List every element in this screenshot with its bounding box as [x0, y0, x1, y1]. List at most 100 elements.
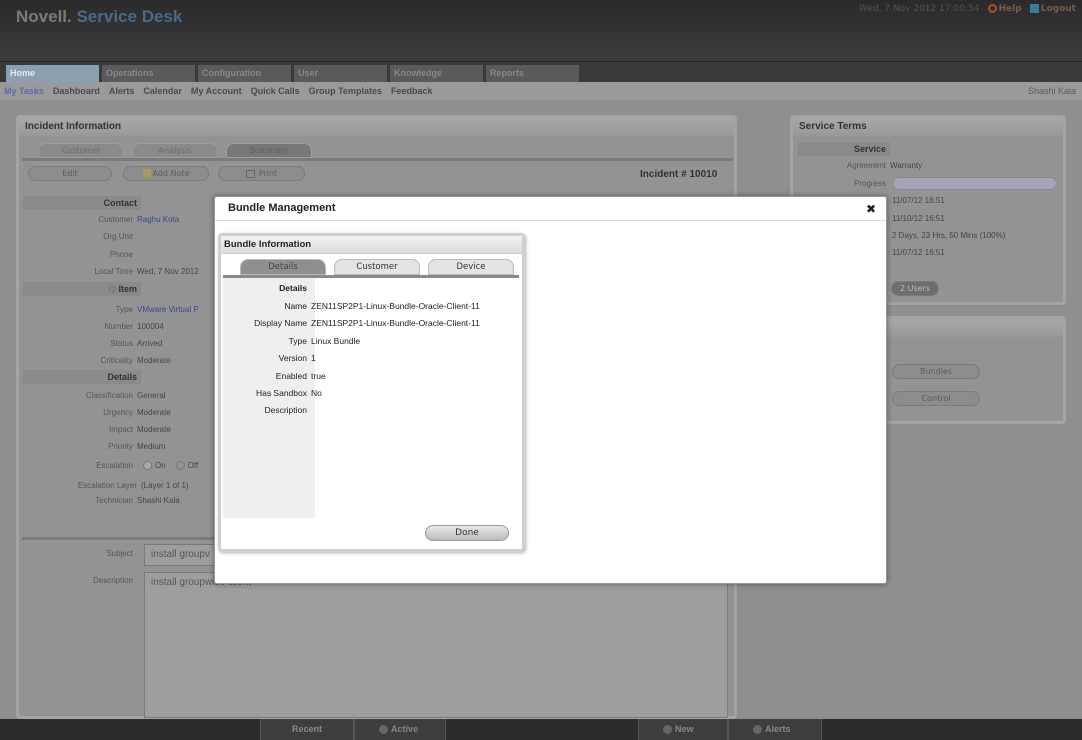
subnav-group-templates[interactable]: Group Templates: [309, 86, 382, 96]
name-row: Name ZEN11SP2P1-Linux-Bundle-Oracle-Clien…: [284, 301, 480, 311]
tab-user[interactable]: User: [294, 65, 387, 82]
print-button[interactable]: Print: [218, 166, 305, 181]
note-icon: [142, 169, 151, 178]
printer-icon: [245, 169, 255, 178]
item-icon: ⌬: [108, 284, 119, 294]
tab-summary[interactable]: Summary: [226, 143, 312, 158]
dialog-title: Bundle Management: [215, 197, 886, 221]
impact-row: Impact Moderate: [108, 425, 171, 434]
tab-operations[interactable]: Operations: [102, 65, 195, 82]
service-terms-title: Service Terms: [793, 118, 1063, 136]
subnav-quick-calls[interactable]: Quick Calls: [251, 86, 300, 96]
technician-row: Technician Shashi Kala: [95, 496, 180, 505]
description-field[interactable]: install groupwise client: [144, 572, 728, 718]
description-row: Description: [264, 405, 307, 415]
version-row: Version 1: [278, 353, 316, 363]
tab-reports[interactable]: Reports: [486, 65, 579, 82]
edit-button[interactable]: Edit: [28, 166, 112, 181]
escalation-layer-row: Escalation Layer (Layer 1 of 1): [77, 481, 189, 490]
priority-row: Priority Medium: [108, 442, 166, 451]
app-logo: Novell. Service Desk: [16, 7, 183, 26]
agreement-row: Agreement Warranty: [846, 161, 923, 170]
subnav-my-account[interactable]: My Account: [191, 86, 242, 96]
customer-link[interactable]: Raghu Kota: [137, 215, 179, 224]
subnav-my-tasks[interactable]: My Tasks: [4, 86, 44, 96]
display-name-row: Display Name ZEN11SP2P1-Linux-Bundle-Orac…: [254, 318, 480, 328]
remaining-time: 2 Days, 23 Hrs, 50 Mins (100%): [892, 231, 1006, 240]
status-row: Status Arrived: [110, 339, 163, 348]
header-datetime: Wed, 7 Nov 2012 17:00:54: [859, 4, 980, 14]
bundle-details: Details Name ZEN11SP2P1-Linux-Bundle-Orac…: [223, 275, 519, 547]
new-icon: [663, 725, 672, 735]
local-time-row: Local Time Wed, 7 Nov 2012: [94, 267, 199, 276]
escalation-off-radio[interactable]: [175, 461, 185, 471]
tab-customer[interactable]: Customer: [38, 143, 124, 158]
item-heading: ⌬ Item: [23, 282, 141, 296]
logout-link[interactable]: Logout: [1029, 4, 1076, 14]
criticality-row: Criticality Moderate: [100, 356, 171, 365]
alerts-icon: [753, 725, 762, 735]
type-row: Type VMware Virtual P: [115, 305, 199, 314]
tab-customer[interactable]: Customer: [334, 259, 420, 275]
classification-row: Classification General: [85, 391, 166, 400]
recent-button[interactable]: Recent: [260, 719, 354, 740]
due-date: 11/10/12 16:51: [892, 214, 945, 223]
urgency-row: Urgency Moderate: [103, 408, 171, 417]
help-link[interactable]: Help: [987, 4, 1022, 14]
subnav-alerts[interactable]: Alerts: [109, 86, 135, 96]
label-column: [223, 278, 315, 518]
users-badge[interactable]: 2 Users: [891, 281, 939, 296]
active-button[interactable]: Active: [354, 719, 446, 740]
add-note-button[interactable]: Add Note: [123, 166, 209, 181]
type-row: Type Linux Bundle: [288, 336, 361, 346]
customer-row: Customer Raghu Kota: [98, 215, 180, 224]
tab-underline: [22, 158, 733, 161]
bundle-information-title: Bundle Information: [221, 236, 522, 254]
number-row: Number 100004: [104, 322, 164, 331]
phone-row: Phone: [109, 250, 133, 259]
sub-navigation: My Tasks Dashboard Alerts Calendar My Ac…: [0, 82, 1082, 100]
done-button[interactable]: Done: [425, 525, 509, 541]
logout-icon: [1029, 4, 1039, 13]
progress-bar: [892, 177, 1057, 190]
progress-row: Progress: [853, 179, 886, 188]
org-unit-row: Org Unit: [103, 232, 133, 241]
subnav-calendar[interactable]: Calendar: [143, 86, 182, 96]
escalation-row: Escalation On Off: [96, 461, 199, 471]
details-heading: Details: [279, 283, 307, 293]
tab-analysis[interactable]: Analysis: [132, 143, 218, 158]
tab-knowledge[interactable]: Knowledge: [390, 65, 483, 82]
end-date: 11/07/12 16:51: [892, 248, 945, 257]
header-actions: Wed, 7 Nov 2012 17:00:54 Help Logout: [859, 4, 1076, 14]
app-header: Novell. Service Desk Wed, 7 Nov 2012 17:…: [0, 0, 1082, 62]
bundle-information-panel: Bundle Information Details Customer Devi…: [218, 233, 525, 552]
footer-bar: Recent Active New Alerts: [0, 719, 1082, 740]
tab-home[interactable]: Home: [6, 65, 99, 82]
incident-panel-title: Incident Information: [19, 118, 734, 136]
tab-configuration[interactable]: Configuration: [198, 65, 291, 82]
sandbox-row: Has Sandbox No: [255, 388, 322, 398]
help-icon: [987, 4, 997, 13]
subnav-feedback[interactable]: Feedback: [391, 86, 433, 96]
start-date: 11/07/12 16:51: [892, 196, 945, 205]
item-type-link[interactable]: VMware Virtual P: [137, 305, 199, 314]
tab-device[interactable]: Device: [428, 259, 514, 275]
bundles-button[interactable]: Bundles: [892, 364, 980, 379]
control-button[interactable]: Control: [892, 391, 980, 406]
active-icon: [379, 725, 388, 735]
subject-label: Subject: [106, 549, 133, 558]
service-heading: Service: [798, 142, 890, 156]
new-button[interactable]: New: [638, 719, 728, 740]
main-tabs: Home Operations Configuration User Knowl…: [0, 62, 1082, 82]
contact-heading: Contact: [23, 196, 141, 210]
tab-details[interactable]: Details: [240, 259, 326, 275]
current-user: Shashi Kala: [1027, 86, 1076, 96]
description-label: Description: [92, 576, 133, 585]
alerts-button[interactable]: Alerts: [728, 719, 822, 740]
escalation-on-radio[interactable]: [143, 461, 152, 471]
bundle-tabs: Details Customer Device: [240, 259, 514, 275]
enabled-row: Enabled true: [275, 371, 326, 381]
close-icon[interactable]: ✖: [866, 202, 876, 216]
details-heading: Details: [23, 370, 141, 384]
subnav-dashboard[interactable]: Dashboard: [53, 86, 100, 96]
